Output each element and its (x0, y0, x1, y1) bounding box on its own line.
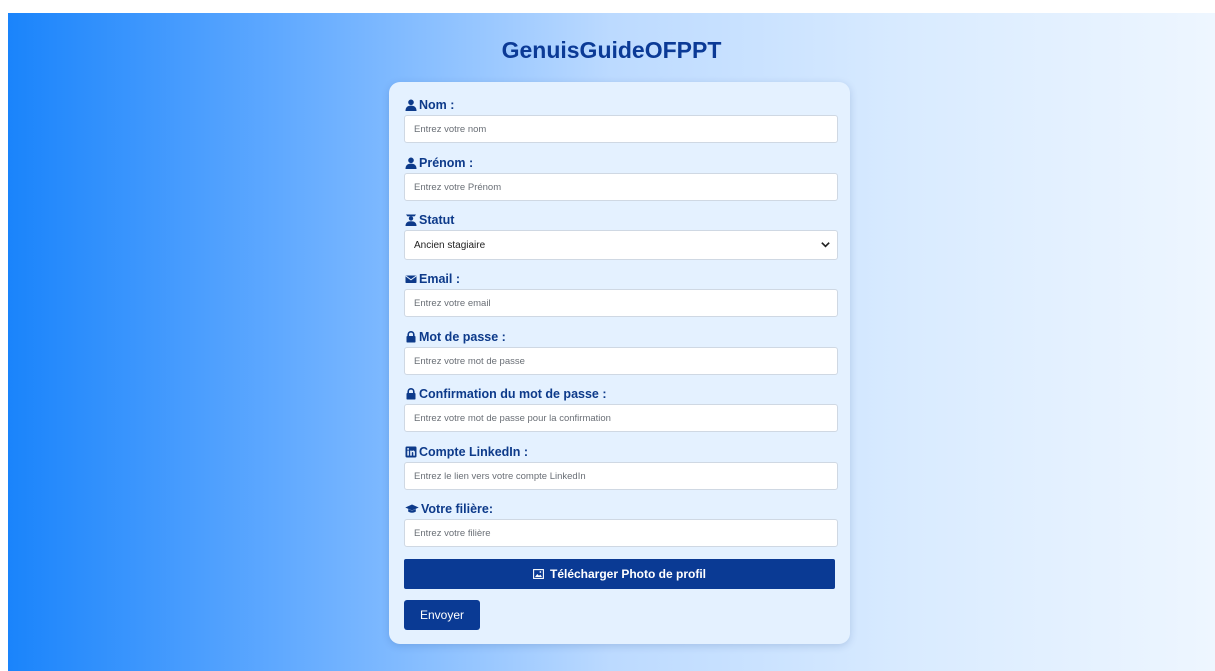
graduation-cap-icon (405, 503, 419, 515)
linkedin-placeholder: Entrez le lien vers votre compte LinkedI… (414, 470, 586, 482)
password-label-text: Mot de passe : (419, 330, 506, 344)
registration-form: Nom : Entrez votre nom Prénom : Entrez v… (389, 82, 850, 644)
prenom-input[interactable]: Entrez votre Prénom (404, 173, 838, 201)
prenom-label: Prénom : (405, 154, 473, 172)
email-label: Email : (405, 270, 460, 288)
nom-label-text: Nom : (419, 98, 455, 112)
filiere-placeholder: Entrez votre filière (414, 527, 491, 539)
filiere-input[interactable]: Entrez votre filière (404, 519, 838, 547)
graduate-icon (405, 214, 417, 226)
upload-photo-button[interactable]: Télécharger Photo de profil (404, 559, 835, 589)
password-confirm-label: Confirmation du mot de passe : (405, 385, 607, 403)
nom-input[interactable]: Entrez votre nom (404, 115, 838, 143)
linkedin-input[interactable]: Entrez le lien vers votre compte LinkedI… (404, 462, 838, 490)
nom-label: Nom : (405, 96, 454, 114)
page-background: GenuisGuideOFPPT Nom : Entrez votre nom … (8, 13, 1215, 671)
filiere-label: Votre filière: (405, 500, 493, 518)
email-input[interactable]: Entrez votre email (404, 289, 838, 317)
email-placeholder: Entrez votre email (414, 297, 491, 309)
statut-select[interactable]: Ancien stagiaire (404, 230, 838, 260)
prenom-placeholder: Entrez votre Prénom (414, 181, 502, 193)
app-title: GenuisGuideOFPPT (501, 37, 722, 63)
password-confirm-input[interactable]: Entrez votre mot de passe pour la confir… (404, 404, 838, 432)
envelope-icon (405, 273, 417, 285)
email-label-text: Email : (419, 272, 460, 286)
user-icon (405, 157, 417, 169)
image-icon (533, 569, 544, 579)
linkedin-label-text: Compte LinkedIn : (419, 445, 529, 459)
password-input[interactable]: Entrez votre mot de passe (404, 347, 838, 375)
linkedin-label: Compte LinkedIn : (405, 443, 528, 461)
password-label: Mot de passe : (405, 328, 506, 346)
statut-label-text: Statut (419, 213, 455, 227)
password-placeholder: Entrez votre mot de passe (414, 355, 525, 367)
nom-placeholder: Entrez votre nom (414, 123, 487, 135)
prenom-label-text: Prénom : (419, 156, 474, 170)
filiere-label-text: Votre filière: (421, 502, 494, 516)
submit-button[interactable]: Envoyer (404, 600, 480, 630)
user-icon (405, 99, 417, 111)
lock-icon (405, 388, 417, 400)
chevron-down-icon (821, 242, 830, 248)
password-confirm-label-text: Confirmation du mot de passe : (419, 387, 607, 401)
linkedin-icon (405, 446, 417, 458)
upload-photo-label: Télécharger Photo de profil (549, 567, 707, 581)
password-confirm-placeholder: Entrez votre mot de passe pour la confir… (414, 412, 611, 424)
statut-selected-value: Ancien stagiaire (414, 239, 486, 251)
statut-label: Statut (405, 211, 454, 229)
lock-icon (405, 331, 417, 343)
